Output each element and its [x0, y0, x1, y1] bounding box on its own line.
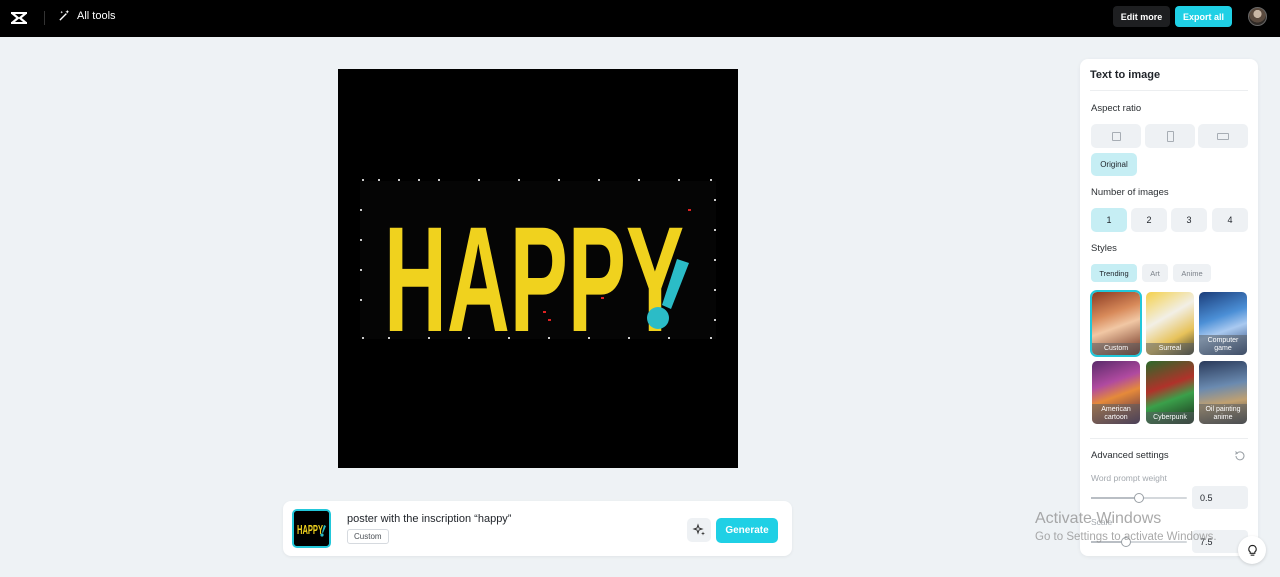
style-card-label: Computer game: [1199, 335, 1247, 355]
panel-title: Text to image: [1090, 69, 1161, 81]
landscape-ratio-icon: [1217, 132, 1229, 140]
aspect-landscape-button[interactable]: [1198, 124, 1248, 148]
prompt-bar: HAPPY poster with the inscription “happy…: [283, 501, 792, 556]
edit-more-button[interactable]: Edit more: [1113, 6, 1170, 27]
advanced-settings-label: Advanced settings: [1091, 450, 1169, 461]
number-option-3[interactable]: 3: [1171, 208, 1207, 232]
number-option-4[interactable]: 4: [1212, 208, 1248, 232]
styles-label: Styles: [1091, 243, 1117, 254]
magic-wand-icon: [59, 9, 70, 21]
capcut-logo-icon[interactable]: [10, 9, 28, 27]
word-prompt-weight-value[interactable]: 0.5: [1192, 486, 1248, 509]
word-prompt-weight-slider[interactable]: [1091, 493, 1187, 503]
style-card-label: Cyberpunk: [1146, 411, 1194, 424]
word-prompt-weight-label: Word prompt weight: [1091, 473, 1167, 483]
generate-button[interactable]: Generate: [716, 518, 778, 543]
style-card-custom[interactable]: Custom: [1090, 290, 1142, 357]
export-all-button[interactable]: Export all: [1175, 6, 1232, 27]
number-option-1[interactable]: 1: [1091, 208, 1127, 232]
top-bar: All tools Edit more Export all: [0, 0, 1280, 37]
scale-slider[interactable]: [1091, 537, 1187, 547]
all-tools-label: All tools: [77, 9, 116, 22]
happy-poster-image: HAPPY: [338, 69, 738, 468]
help-button[interactable]: [1238, 536, 1266, 564]
aspect-portrait-button[interactable]: [1145, 124, 1195, 148]
text-to-image-panel: Text to image Aspect ratio Original Numb…: [1080, 59, 1258, 556]
style-tab-art[interactable]: Art: [1142, 264, 1168, 282]
style-tab-anime[interactable]: Anime: [1173, 264, 1211, 282]
user-avatar[interactable]: [1248, 7, 1267, 26]
aspect-ratio-label: Aspect ratio: [1091, 103, 1142, 114]
slider-knob[interactable]: [1134, 493, 1144, 503]
result-thumbnail[interactable]: HAPPY: [292, 509, 331, 548]
portrait-ratio-icon: [1166, 130, 1174, 142]
style-card-surreal[interactable]: Surreal: [1146, 292, 1194, 355]
all-tools-button[interactable]: All tools: [58, 9, 116, 22]
style-card-label: Oil painting anime: [1199, 404, 1247, 424]
thumbnail-text: HAPPY: [297, 522, 323, 537]
generated-image-canvas[interactable]: HAPPY: [338, 69, 738, 468]
aspect-square-button[interactable]: [1091, 124, 1141, 148]
prompt-text[interactable]: poster with the inscription “happy”: [347, 513, 511, 525]
style-tab-trending[interactable]: Trending: [1091, 264, 1137, 282]
scale-label: Scale: [1091, 517, 1113, 527]
style-card-computer-game[interactable]: Computer game: [1199, 292, 1247, 355]
header-divider: [44, 11, 45, 25]
poster-happy-text: HAPPY: [384, 195, 684, 363]
prompt-style-tag: Custom: [347, 529, 389, 544]
slider-knob[interactable]: [1121, 537, 1131, 547]
panel-divider: [1090, 438, 1248, 439]
style-card-label: American cartoon: [1092, 404, 1140, 424]
thumbnail-image: HAPPY: [294, 511, 329, 546]
lightbulb-icon: [1247, 544, 1257, 556]
style-card-american-cartoon[interactable]: American cartoon: [1092, 361, 1140, 424]
style-card-label: Surreal: [1146, 342, 1194, 355]
number-option-2[interactable]: 2: [1131, 208, 1167, 232]
style-card-cyberpunk[interactable]: Cyberpunk: [1146, 361, 1194, 424]
prompt-enhance-button[interactable]: [687, 518, 711, 542]
style-card-label: Custom: [1092, 342, 1140, 355]
aspect-original-button[interactable]: Original: [1091, 153, 1137, 176]
style-card-oil-painting-anime[interactable]: Oil painting anime: [1199, 361, 1247, 424]
reset-icon[interactable]: [1234, 450, 1246, 462]
square-ratio-icon: [1111, 131, 1121, 141]
sparkle-icon: [692, 523, 705, 536]
panel-divider: [1090, 90, 1248, 91]
number-of-images-label: Number of images: [1091, 187, 1169, 198]
